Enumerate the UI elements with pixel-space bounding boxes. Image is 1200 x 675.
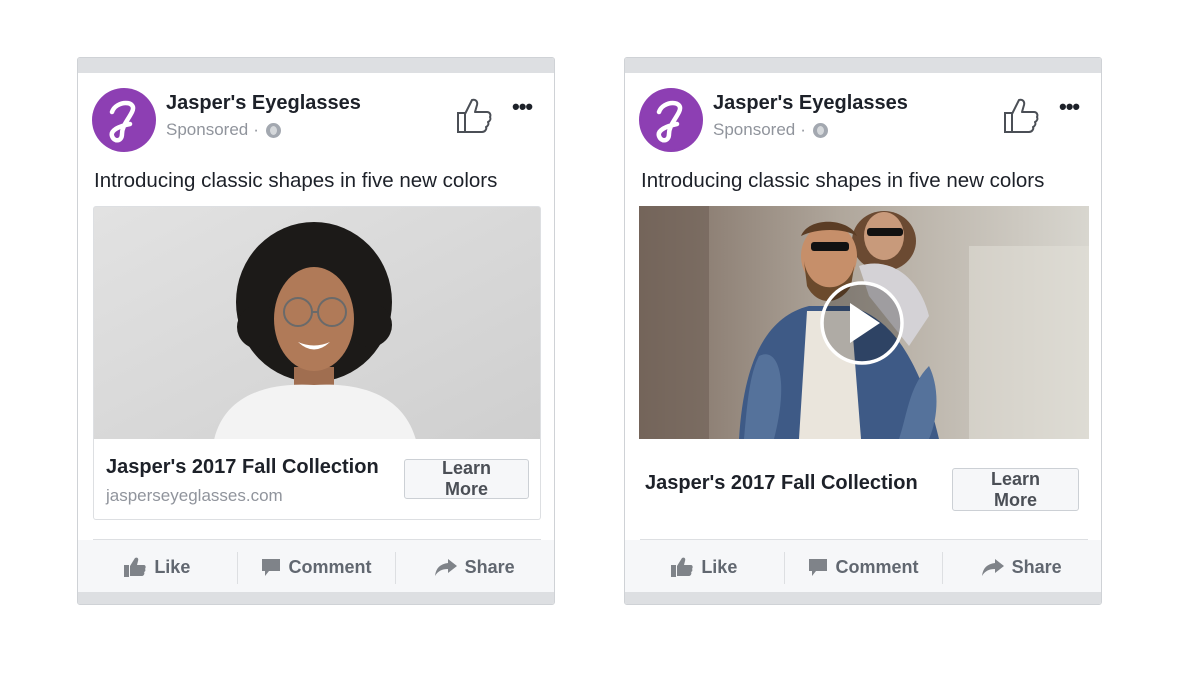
action-bar: Like Comment Share xyxy=(625,540,1101,594)
more-dots-icon[interactable]: ••• xyxy=(1059,94,1080,120)
link-domain: jasperseyeglasses.com xyxy=(106,486,283,505)
share-button[interactable]: Share xyxy=(395,540,554,594)
globe-icon[interactable] xyxy=(812,122,828,138)
ad-photo[interactable] xyxy=(93,206,541,439)
script-j-logo-icon xyxy=(94,90,154,150)
like-button[interactable]: Like xyxy=(625,540,784,594)
sponsored-label[interactable]: Sponsored xyxy=(713,120,795,140)
ad-card-video: Jasper's Eyeglasses Sponsored · ••• Intr… xyxy=(624,57,1102,605)
thumbs-up-outline-icon[interactable] xyxy=(1001,96,1041,136)
share-label: Share xyxy=(464,556,515,577)
post-text: Introducing classic shapes in five new c… xyxy=(94,169,498,192)
ad-card-photo: Jasper's Eyeglasses Sponsored · ••• Intr… xyxy=(77,57,555,605)
woman-portrait-image xyxy=(94,207,540,439)
globe-icon[interactable] xyxy=(265,122,281,138)
sponsored-separator: · xyxy=(253,120,259,139)
thumbs-up-icon xyxy=(124,557,146,577)
card-bottom-bar xyxy=(625,592,1101,604)
card-bottom-bar xyxy=(78,592,554,604)
sponsored-label[interactable]: Sponsored xyxy=(166,120,248,140)
link-title[interactable]: Jasper's 2017 Fall Collection xyxy=(106,456,379,479)
thumbs-up-icon xyxy=(671,557,693,577)
like-label: Like xyxy=(154,556,191,577)
comment-label: Comment xyxy=(288,556,372,577)
thumbs-up-outline-icon[interactable] xyxy=(454,96,494,136)
link-box[interactable]: Jasper's 2017 Fall Collection jasperseye… xyxy=(93,439,541,520)
script-j-logo-icon xyxy=(641,90,701,150)
sponsored-row: Sponsored · xyxy=(713,120,828,140)
comment-button[interactable]: Comment xyxy=(236,540,396,594)
more-dots-icon[interactable]: ••• xyxy=(512,94,533,120)
sponsored-row: Sponsored · xyxy=(166,120,281,140)
card-top-bar xyxy=(78,58,554,73)
sponsored-separator: · xyxy=(800,120,806,139)
share-arrow-icon xyxy=(981,559,1004,576)
post-text: Introducing classic shapes in five new c… xyxy=(641,169,1045,192)
link-title[interactable]: Jasper's 2017 Fall Collection xyxy=(645,472,918,495)
comment-bubble-icon xyxy=(261,559,280,576)
share-label: Share xyxy=(1011,556,1062,577)
page-name[interactable]: Jasper's Eyeglasses xyxy=(713,92,908,115)
comment-bubble-icon xyxy=(808,559,827,576)
like-button[interactable]: Like xyxy=(78,540,237,594)
couple-piggyback-image xyxy=(639,206,1089,439)
card-top-bar xyxy=(625,58,1101,73)
action-bar: Like Comment Share xyxy=(78,540,554,594)
share-arrow-icon xyxy=(434,559,457,576)
like-label: Like xyxy=(701,556,738,577)
page-avatar[interactable] xyxy=(92,88,156,152)
learn-more-button[interactable]: Learn More xyxy=(952,468,1079,511)
share-button[interactable]: Share xyxy=(942,540,1101,594)
comment-button[interactable]: Comment xyxy=(783,540,943,594)
ad-video[interactable] xyxy=(639,206,1089,439)
page-avatar[interactable] xyxy=(639,88,703,152)
page-name[interactable]: Jasper's Eyeglasses xyxy=(166,92,361,115)
comment-label: Comment xyxy=(835,556,919,577)
learn-more-button[interactable]: Learn More xyxy=(404,458,529,499)
